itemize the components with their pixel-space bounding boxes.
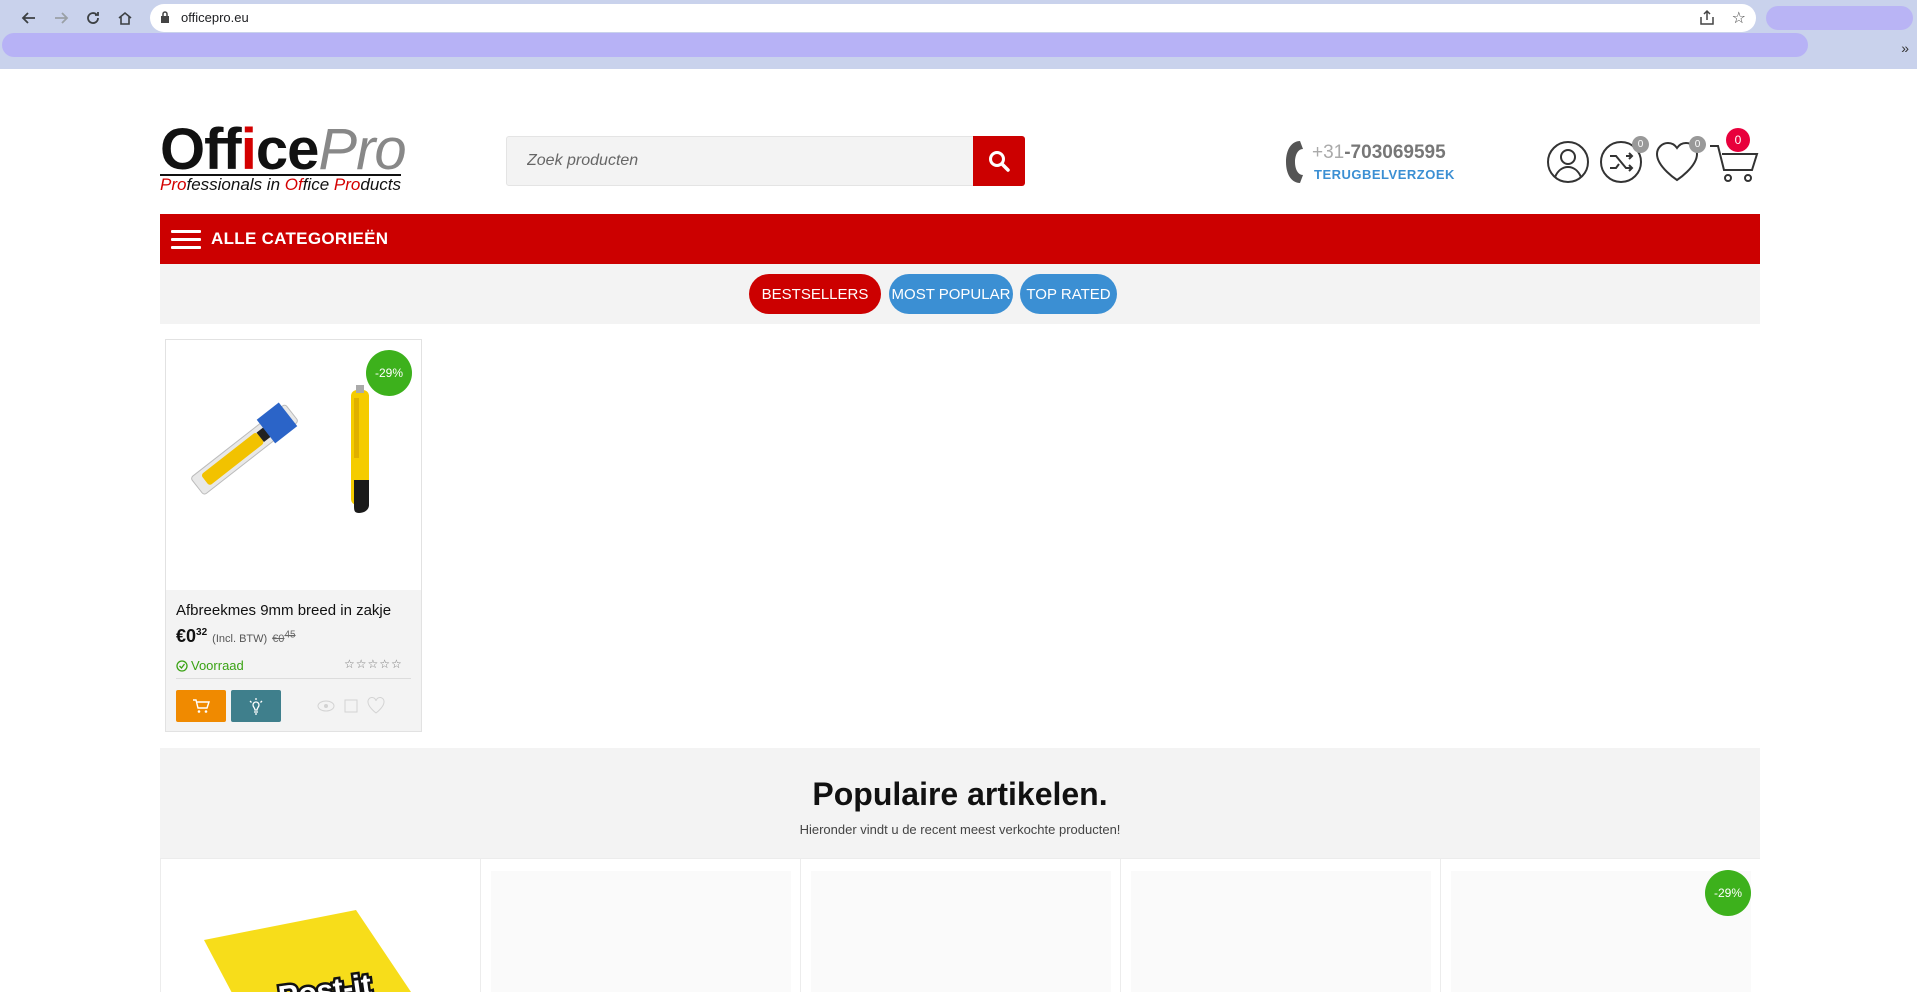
rating-stars: ☆☆☆☆☆: [344, 657, 403, 671]
reload-icon[interactable]: [80, 5, 106, 31]
image-placeholder: [491, 871, 791, 992]
post-it-image: Post-it: [204, 910, 411, 992]
search-button[interactable]: [973, 136, 1025, 186]
old-price: €045: [272, 629, 296, 645]
stock-status: Voorraad: [176, 658, 244, 673]
wishlist-count-badge: 0: [1689, 136, 1706, 153]
phone-icon: [1286, 141, 1303, 183]
product-card[interactable]: -29% Afbreekmes 9mm breed in zakje €032 …: [165, 339, 422, 732]
lock-icon: [161, 11, 169, 23]
home-icon[interactable]: [112, 5, 138, 31]
bookmark-star-icon[interactable]: ☆: [1732, 8, 1746, 28]
product-info-button[interactable]: [231, 690, 281, 722]
compare-count-badge: 0: [1632, 136, 1649, 153]
popular-products-section: Populaire artikelen. Hieronder vindt u d…: [160, 748, 1760, 858]
product-title[interactable]: Afbreekmes 9mm breed in zakje: [176, 602, 391, 619]
quick-view-icon[interactable]: [316, 696, 336, 716]
phone-number: +31-703069595: [1312, 142, 1446, 163]
site-logo[interactable]: OfficePro Professionals in Office Produc…: [160, 117, 432, 194]
categories-menu-bar[interactable]: ALLE CATEGORIEËN: [160, 214, 1760, 264]
product-image[interactable]: -29%: [166, 340, 421, 590]
back-icon[interactable]: [16, 5, 42, 31]
popular-product-card[interactable]: [1120, 859, 1440, 992]
search-input[interactable]: [506, 136, 974, 186]
bookmarks-bar[interactable]: [2, 33, 1808, 57]
wishlist-button[interactable]: 0: [1654, 136, 1706, 189]
url-text: officepro.eu: [181, 10, 249, 25]
cart-button[interactable]: 0: [1708, 128, 1760, 191]
section-title: Populaire artikelen.: [812, 776, 1108, 812]
user-icon: [1547, 141, 1589, 183]
section-subtitle: Hieronder vindt u de recent meest verkoc…: [799, 822, 1121, 837]
lightbulb-icon: [249, 698, 263, 715]
product-info: Afbreekmes 9mm breed in zakje €032 (Incl…: [166, 590, 421, 731]
search-icon: [989, 151, 1010, 172]
logo-tagline: Professionals in Office Products: [160, 174, 401, 194]
forward-icon[interactable]: [48, 5, 74, 31]
image-placeholder: [1131, 871, 1431, 992]
bookmarks-more-button[interactable]: »: [1901, 40, 1909, 56]
discount-badge: -29%: [1705, 870, 1751, 916]
tab-bestsellers[interactable]: BESTSELLERS: [749, 274, 881, 314]
product-price: €032 (Incl. BTW) €045: [176, 626, 296, 646]
discount-badge: -29%: [366, 350, 412, 396]
vat-note: (Incl. BTW): [212, 633, 268, 645]
popular-product-card[interactable]: [800, 859, 1120, 992]
add-to-cart-button[interactable]: [176, 690, 226, 722]
image-placeholder: [811, 871, 1111, 992]
divider: [176, 678, 411, 679]
wishlist-icon[interactable]: [366, 696, 386, 716]
compare-button[interactable]: 0: [1599, 136, 1649, 189]
all-categories-label: ALLE CATEGORIEËN: [211, 229, 389, 248]
product-search: [506, 136, 1025, 186]
callback-request-link[interactable]: TERUGBELVERZOEK: [1314, 167, 1455, 182]
profile-button[interactable]: [1766, 6, 1913, 30]
cart-count-badge: 0: [1726, 128, 1750, 152]
check-circle-icon: [176, 659, 188, 672]
logo-wordmark: OfficePro: [160, 117, 407, 182]
tab-top-rated[interactable]: TOP RATED: [1020, 274, 1117, 314]
share-icon[interactable]: [1698, 9, 1716, 27]
account-button[interactable]: [1546, 140, 1590, 189]
browser-toolbar: officepro.eu ☆ »: [0, 0, 1917, 69]
menu-icon: [171, 230, 201, 249]
tab-most-popular[interactable]: MOST POPULAR: [889, 274, 1013, 314]
address-bar[interactable]: officepro.eu ☆: [150, 4, 1756, 32]
product-tabs: BESTSELLERS MOST POPULAR TOP RATED: [160, 264, 1760, 324]
cart-icon: [193, 699, 210, 713]
phone-contact[interactable]: +31-703069595 TERUGBELVERZOEK: [1282, 139, 1462, 187]
popular-product-card[interactable]: [480, 859, 800, 992]
compare-icon[interactable]: [341, 696, 361, 716]
